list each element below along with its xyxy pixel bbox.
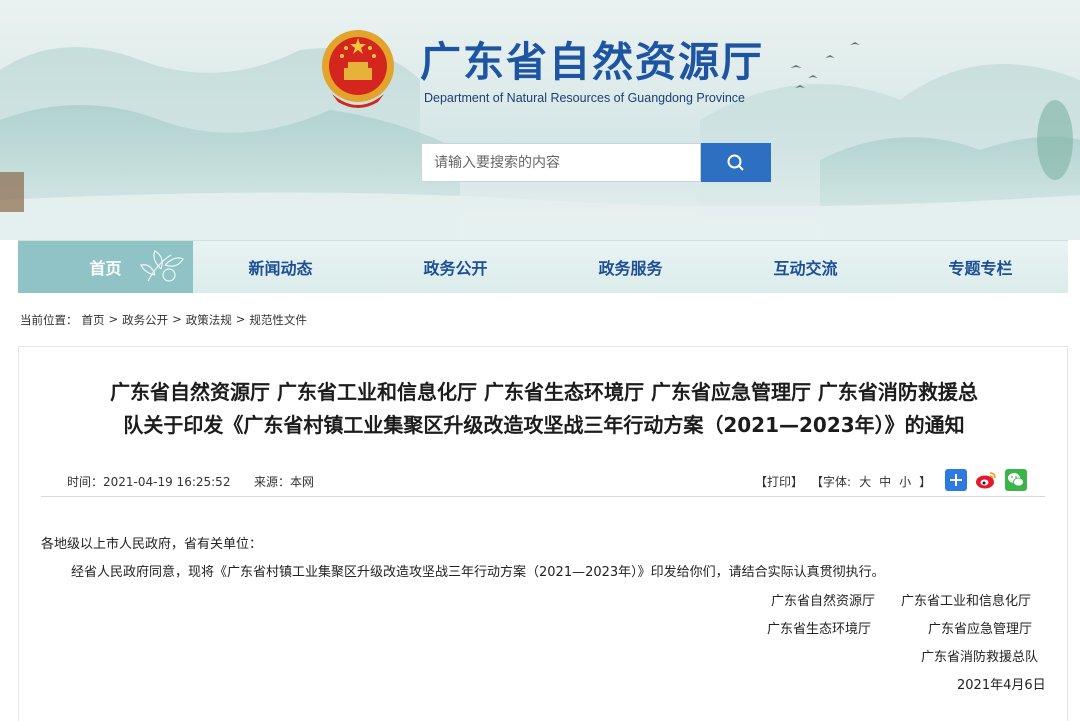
header-banner: 广东省自然资源厅 Department of Natural Resources… <box>0 0 1080 240</box>
wechat-icon[interactable] <box>1005 469 1027 491</box>
nav-item-label: 政务公开 <box>423 259 488 278</box>
signatory: 广东省消防救援总队 <box>921 650 1039 665</box>
flower-decoration-icon <box>140 250 184 282</box>
nav-item-interaction[interactable]: 互动交流 <box>718 241 893 293</box>
breadcrumb-link-government-affairs[interactable]: 政务公开 <box>122 312 168 328</box>
article-title-line: 队关于印发《广东省村镇工业集聚区升级改造攻坚战三年行动方案（2021—2023年… <box>123 413 965 437</box>
breadcrumb-separator: > <box>108 312 119 326</box>
article-meta-bar: 时间：2021-04-19 16:25:52 来源：本网 【打印】 【字体: 大… <box>41 461 1045 497</box>
signatory: 广东省工业和信息化厅 <box>901 594 1032 609</box>
article-title-line: 广东省自然资源厅 广东省工业和信息化厅 广东省生态环境厅 广东省应急管理厅 广东… <box>110 380 978 404</box>
article-paragraph: 经省人民政府同意，现将《广东省村镇工业集聚区升级改造攻坚战三年行动方案（2021… <box>71 565 885 580</box>
breadcrumb: 当前位置： 首页 > 政务公开 > 政策法规 > 规范性文件 <box>20 312 307 328</box>
salutation: 各地级以上市人民政府，省有关单位： <box>41 537 263 552</box>
national-emblem-icon <box>318 24 398 112</box>
publish-time: 时间：2021-04-19 16:25:52 <box>67 475 231 489</box>
signatory: 广东省应急管理厅 <box>928 622 1033 637</box>
font-size-label: 【字体: <box>811 475 852 489</box>
font-size-large-button[interactable]: 大 <box>859 473 871 490</box>
article-source: 来源：本网 <box>254 475 315 489</box>
font-size-small-button[interactable]: 小 <box>899 473 911 490</box>
signing-date: 2021年4月6日 <box>957 678 1046 693</box>
nav-item-news[interactable]: 新闻动态 <box>193 241 368 293</box>
site-subtitle: Department of Natural Resources of Guang… <box>424 91 746 105</box>
nav-item-label: 首页 <box>89 259 122 278</box>
main-nav: 首页 新闻动态 政务公开 政务服务 互动交流 专题专栏 <box>18 240 1068 293</box>
nav-item-label: 互动交流 <box>773 259 838 278</box>
nav-item-topics[interactable]: 专题专栏 <box>893 241 1068 293</box>
search-icon <box>727 154 744 171</box>
nav-item-government-affairs[interactable]: 政务公开 <box>368 241 543 293</box>
nav-item-label: 专题专栏 <box>948 259 1013 278</box>
print-button[interactable]: 【打印】 <box>755 473 803 490</box>
nav-item-label: 新闻动态 <box>248 259 313 278</box>
nav-item-home[interactable]: 首页 <box>18 241 193 293</box>
article-card: 广东省自然资源厅 广东省工业和信息化厅 广东省生态环境厅 广东省应急管理厅 广东… <box>18 346 1068 721</box>
article-tools: 【打印】 【字体: 大 中 小 】 <box>755 473 931 490</box>
weibo-icon[interactable] <box>975 469 997 491</box>
breadcrumb-separator: > <box>172 312 182 326</box>
plus-share-icon[interactable] <box>945 469 967 491</box>
share-buttons <box>945 469 1027 491</box>
site-title: 广东省自然资源厅 <box>420 38 764 86</box>
signatory: 广东省生态环境厅 <box>767 622 872 637</box>
breadcrumb-prefix: 当前位置： <box>20 313 78 327</box>
breadcrumb-link-home[interactable]: 首页 <box>82 312 105 328</box>
nav-item-services[interactable]: 政务服务 <box>543 241 718 293</box>
nav-item-label: 政务服务 <box>598 259 663 278</box>
font-size-medium-button[interactable]: 中 <box>879 473 891 490</box>
search-input[interactable] <box>421 143 701 182</box>
font-size-close-bracket: 】 <box>919 475 932 489</box>
signatory: 广东省自然资源厅 <box>771 594 876 609</box>
breadcrumb-link-policies[interactable]: 政策法规 <box>186 312 232 328</box>
article-title: 广东省自然资源厅 广东省工业和信息化厅 广东省生态环境厅 广东省应急管理厅 广东… <box>49 376 1039 442</box>
search-button[interactable] <box>701 143 771 182</box>
breadcrumb-separator: > <box>235 312 246 326</box>
breadcrumb-link-normative-documents[interactable]: 规范性文件 <box>249 312 307 328</box>
